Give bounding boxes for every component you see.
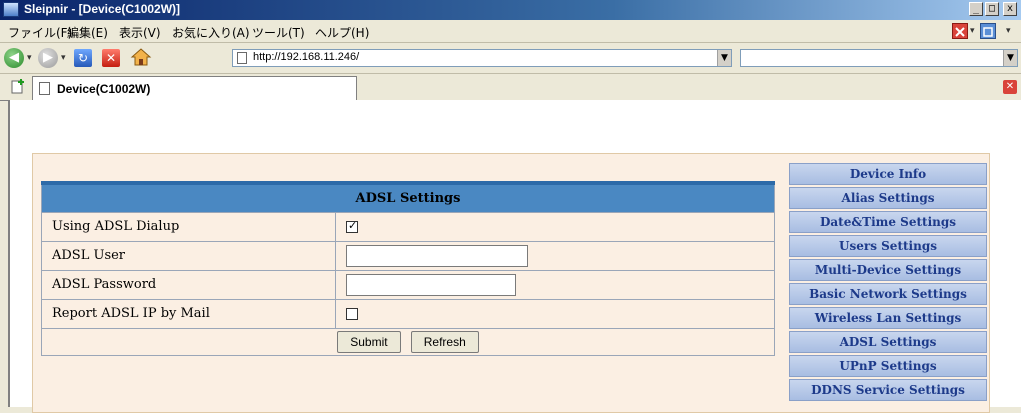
using-adsl-dialup-checkbox[interactable]: ✓ (346, 218, 358, 233)
check-mark-icon: ✓ (348, 218, 358, 232)
page-icon (237, 52, 247, 64)
button-cell: Submit Refresh (41, 327, 775, 356)
address-dropdown-icon[interactable]: ▼ (717, 50, 731, 66)
reload-icon[interactable]: ↻ (74, 49, 92, 67)
table-cell: ✓ (335, 211, 775, 242)
maximize-button[interactable]: □ (985, 2, 999, 16)
adsl-settings-table: ADSL Settings Using ADSL Dialup ✓ ADSL U… (41, 181, 775, 356)
restore-tab-icon[interactable] (980, 23, 996, 39)
menu-help[interactable]: ヘルプ(H) (315, 24, 369, 41)
page-icon (39, 82, 50, 95)
minimize-button[interactable]: _ (969, 2, 983, 16)
submit-button[interactable]: Submit (337, 330, 401, 353)
navigation-toolbar: ◀ ▾ ▶ ▾ ↻ ✕ http://192.168.11.246/ ▼ ▼ (0, 43, 1021, 74)
menu-alias-settings[interactable]: Alias Settings (789, 187, 987, 209)
table-row: ADSL User (41, 240, 775, 271)
menu-users-settings[interactable]: Users Settings (789, 235, 987, 257)
menu-datetime-settings[interactable]: Date&Time Settings (789, 211, 987, 233)
restore-dropdown-icon[interactable]: ▾ (1006, 26, 1011, 36)
back-dropdown-icon[interactable]: ▾ (27, 53, 32, 63)
table-row: Report ADSL IP by Mail (41, 298, 775, 329)
sleipnir-app-icon[interactable] (3, 2, 19, 17)
forward-dropdown-icon[interactable]: ▾ (61, 53, 66, 63)
window-title: Sleipnir - [Device(C1002W)] (24, 2, 181, 16)
adsl-user-input[interactable] (346, 244, 528, 267)
table-cell (335, 240, 775, 271)
table-cell (335, 298, 775, 329)
search-dropdown-icon[interactable]: ▼ (1003, 50, 1017, 66)
close-tab-button[interactable]: ✕ (1003, 80, 1017, 94)
table-cell (335, 269, 775, 300)
title-bar: Sleipnir - [Device(C1002W)] _ □ x (0, 0, 1021, 20)
home-icon[interactable] (130, 46, 152, 68)
table-header: ADSL Settings (41, 181, 775, 213)
menu-wireless-lan-settings[interactable]: Wireless Lan Settings (789, 307, 987, 329)
tab-device[interactable]: Device(C1002W) (32, 76, 357, 100)
menu-favorites[interactable]: お気に入り(A) (172, 24, 250, 41)
adsl-settings-title: ADSL Settings (41, 181, 775, 213)
settings-menu: Device Info Alias Settings Date&Time Set… (789, 163, 987, 403)
adsl-password-input[interactable] (346, 273, 516, 296)
forward-icon[interactable]: ▶ (38, 48, 58, 68)
menu-multi-device-settings[interactable]: Multi-Device Settings (789, 259, 987, 281)
tab-label: Device(C1002W) (57, 82, 151, 96)
adsl-password-label: ADSL Password (41, 269, 336, 300)
report-adsl-ip-checkbox[interactable] (346, 307, 358, 320)
tab-bar: Device(C1002W) ✕ (0, 74, 1021, 101)
menu-tools[interactable]: ツール(T) (252, 24, 305, 41)
menu-ddns-service-settings[interactable]: DDNS Service Settings (789, 379, 987, 401)
menu-adsl-settings[interactable]: ADSL Settings (789, 331, 987, 353)
close-tab-icon[interactable] (952, 23, 968, 39)
menu-basic-network-settings[interactable]: Basic Network Settings (789, 283, 987, 305)
button-row: Submit Refresh (41, 327, 775, 356)
stop-icon[interactable]: ✕ (102, 49, 120, 67)
report-adsl-ip-label: Report ADSL IP by Mail (41, 298, 336, 329)
menu-edit[interactable]: 編集(E) (67, 24, 108, 41)
table-row: Using ADSL Dialup ✓ (41, 211, 775, 242)
address-bar[interactable]: http://192.168.11.246/ ▼ (232, 49, 732, 67)
address-input[interactable]: http://192.168.11.246/ (253, 51, 359, 63)
menu-upnp-settings[interactable]: UPnP Settings (789, 355, 987, 377)
menu-device-info[interactable]: Device Info (789, 163, 987, 185)
using-adsl-dialup-label: Using ADSL Dialup (41, 211, 336, 242)
search-box[interactable]: ▼ (740, 49, 1018, 67)
close-window-button[interactable]: x (1003, 2, 1017, 16)
adsl-user-label: ADSL User (41, 240, 336, 271)
new-tab-icon[interactable] (10, 78, 26, 94)
menu-file[interactable]: ファイル(F) (8, 24, 72, 41)
table-row: ADSL Password (41, 269, 775, 300)
back-icon[interactable]: ◀ (4, 48, 24, 68)
menu-view[interactable]: 表示(V) (119, 24, 161, 41)
refresh-button[interactable]: Refresh (410, 330, 479, 353)
menu-bar: ファイル(F) 編集(E) 表示(V) お気に入り(A) ツール(T) ヘルプ(… (0, 20, 1021, 43)
close-dropdown-icon[interactable]: ▾ (970, 26, 975, 36)
